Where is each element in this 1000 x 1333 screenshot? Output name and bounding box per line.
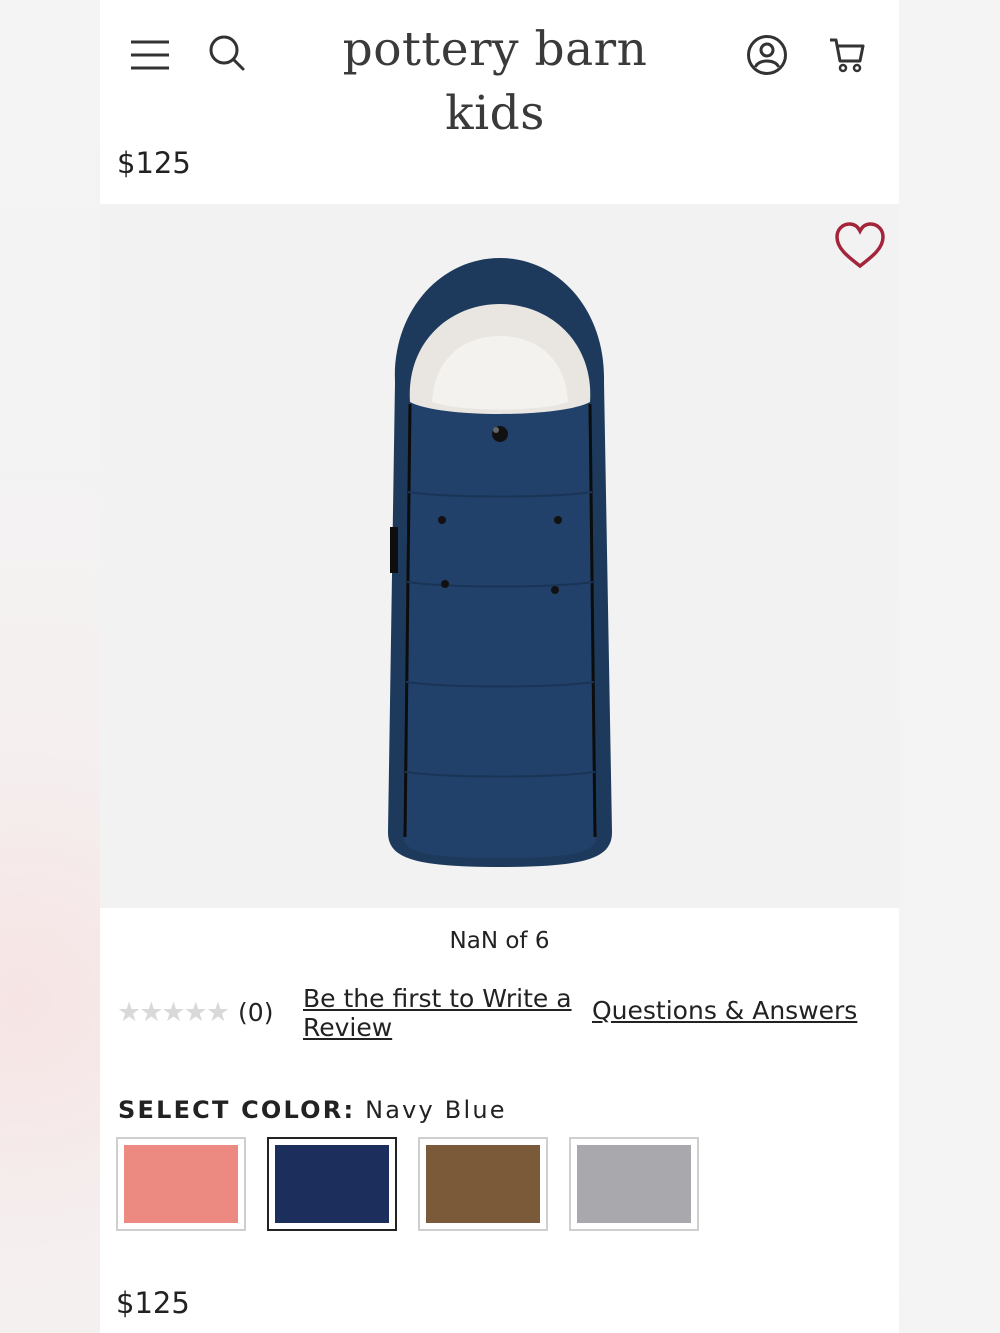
questions-answers-link[interactable]: Questions & Answers — [592, 996, 857, 1025]
swatch-fill — [275, 1145, 389, 1223]
color-swatch-gray[interactable] — [569, 1137, 699, 1231]
color-swatch-navy[interactable] — [267, 1137, 397, 1231]
select-color-heading: SELECT COLOR: — [118, 1096, 356, 1124]
product-price: $125 — [117, 146, 191, 180]
site-logo[interactable]: pottery barn kids — [310, 18, 680, 146]
shopping-cart-icon[interactable] — [824, 32, 870, 78]
heart-icon[interactable] — [833, 221, 887, 271]
image-counter: NaN of 6 — [449, 928, 550, 954]
star-icons: ★★★★★ — [117, 997, 230, 1028]
color-swatch-brown[interactable] — [418, 1137, 548, 1231]
product-page: pottery barn kids $125 NaN of 6 ★★★★★ (0… — [100, 0, 899, 1333]
write-review-link[interactable]: Be the first to Write a Review — [303, 984, 583, 1042]
color-swatches — [116, 1137, 720, 1231]
user-account-icon[interactable] — [744, 32, 790, 78]
select-color-label: SELECT COLOR: Navy Blue — [118, 1096, 507, 1124]
swatch-fill — [577, 1145, 691, 1223]
star-rating: ★★★★★ (0) — [117, 997, 273, 1028]
hamburger-menu-icon[interactable] — [128, 33, 172, 77]
navy-footmuff-image — [350, 252, 650, 872]
site-header: pottery barn kids — [100, 0, 899, 141]
search-icon[interactable] — [204, 30, 250, 76]
color-swatch-pink[interactable] — [116, 1137, 246, 1231]
swatch-fill — [124, 1145, 238, 1223]
product-price-bottom: $125 — [116, 1286, 190, 1320]
review-count: (0) — [238, 998, 274, 1027]
product-image-carousel[interactable] — [100, 204, 899, 908]
swatch-fill — [426, 1145, 540, 1223]
selected-color-name: Navy Blue — [365, 1096, 507, 1124]
